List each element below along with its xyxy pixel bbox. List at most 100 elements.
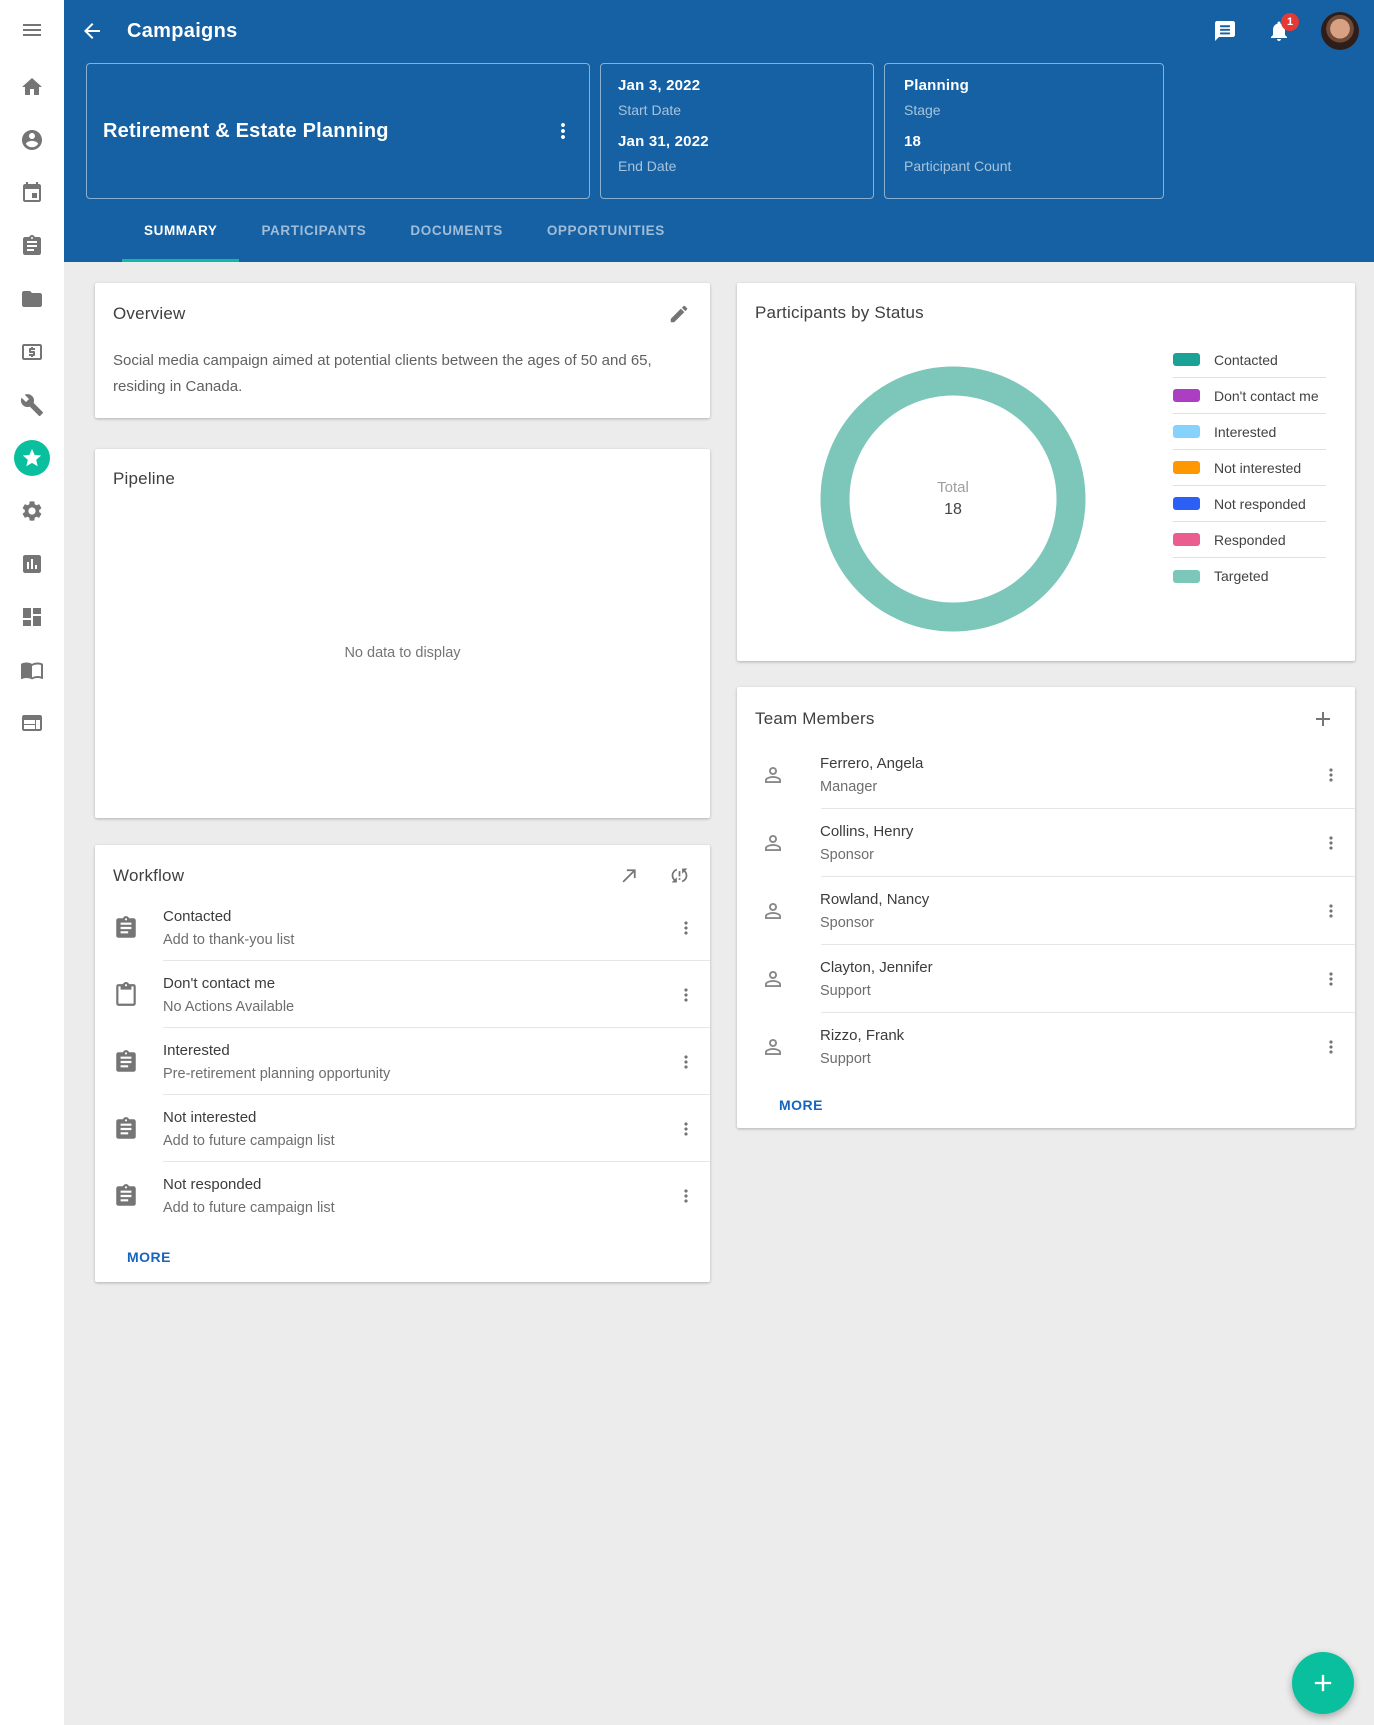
hamburger-menu-icon[interactable] <box>0 0 64 60</box>
workflow-row-contacted[interactable]: Contacted Add to thank-you list <box>95 894 710 961</box>
chart-legend: Contacted Don't contact me Interested No… <box>1173 342 1326 594</box>
workflow-row-dont-contact[interactable]: Don't contact me No Actions Available <box>95 961 710 1028</box>
team-member-role: Support <box>820 1051 904 1067</box>
sidebar-item-tasks[interactable] <box>0 219 64 272</box>
edit-overview-button[interactable] <box>668 303 690 325</box>
open-workflow-button[interactable] <box>619 865 640 886</box>
notifications-button[interactable]: 1 <box>1267 19 1291 43</box>
sidebar-item-documents[interactable] <box>0 272 64 325</box>
overview-text: Social media campaign aimed at potential… <box>95 325 710 401</box>
tab-bar: SUMMARY PARTICIPANTS DOCUMENTS OPPORTUNI… <box>64 199 1374 262</box>
kebab-menu-icon <box>1321 969 1341 989</box>
team-members-card: Team Members Ferrero, Angela Manager <box>737 687 1355 1128</box>
workflow-row-menu-button[interactable] <box>676 1186 696 1206</box>
workflow-title: Workflow <box>113 866 184 886</box>
legend-item-targeted[interactable]: Targeted <box>1173 558 1326 594</box>
money-icon <box>20 340 44 364</box>
tab-summary[interactable]: SUMMARY <box>122 199 239 262</box>
right-column: Participants by Status Total 18 Contacte… <box>737 283 1355 1725</box>
workflow-row-menu-button[interactable] <box>676 985 696 1005</box>
donut-chart: Total 18 <box>813 359 1093 639</box>
team-member-menu-button[interactable] <box>1321 969 1341 989</box>
legend-swatch <box>1173 570 1200 583</box>
team-member-name: Rowland, Nancy <box>820 891 929 908</box>
legend-item-not-responded[interactable]: Not responded <box>1173 486 1326 522</box>
kebab-menu-icon <box>676 985 696 1005</box>
clipboard-outline-icon <box>113 982 139 1008</box>
kebab-menu-icon <box>1321 1037 1341 1057</box>
legend-item-responded[interactable]: Responded <box>1173 522 1326 558</box>
sidebar-item-calendar[interactable] <box>0 166 64 219</box>
pencil-icon <box>668 303 690 325</box>
team-member-menu-button[interactable] <box>1321 1037 1341 1057</box>
team-more-button[interactable]: MORE <box>771 1091 831 1119</box>
workflow-row-interested[interactable]: Interested Pre-retirement planning oppor… <box>95 1028 710 1095</box>
kebab-menu-icon <box>676 1052 696 1072</box>
sidebar-item-billing[interactable] <box>0 325 64 378</box>
sidebar-item-campaigns-active[interactable] <box>0 431 64 484</box>
sidebar-item-home[interactable] <box>0 60 64 113</box>
sidebar-item-tools[interactable] <box>0 378 64 431</box>
workflow-row-menu-button[interactable] <box>676 918 696 938</box>
tab-participants[interactable]: PARTICIPANTS <box>239 199 388 262</box>
tab-opportunities[interactable]: OPPORTUNITIES <box>525 199 687 262</box>
workflow-action: Add to future campaign list <box>163 1133 335 1149</box>
legend-swatch <box>1173 497 1200 510</box>
kebab-menu-icon <box>676 918 696 938</box>
stage-label: Stage <box>904 102 1151 118</box>
sidebar-item-settings[interactable] <box>0 484 64 537</box>
legend-item-contacted[interactable]: Contacted <box>1173 342 1326 378</box>
team-member-name: Rizzo, Frank <box>820 1027 904 1044</box>
kebab-menu-icon <box>676 1119 696 1139</box>
sync-status-button[interactable] <box>669 865 690 886</box>
workflow-row-menu-button[interactable] <box>676 1052 696 1072</box>
add-team-member-button[interactable] <box>1311 707 1335 731</box>
dashboard-grid-icon <box>20 605 44 629</box>
workflow-more-button[interactable]: MORE <box>119 1243 179 1271</box>
plus-icon <box>1311 707 1335 731</box>
team-member-row[interactable]: Rowland, Nancy Sponsor <box>737 877 1355 945</box>
wrench-icon <box>20 393 44 417</box>
overview-card: Overview Social media campaign aimed at … <box>95 283 710 418</box>
start-date-label: Start Date <box>618 102 861 118</box>
sidebar-item-contacts[interactable] <box>0 113 64 166</box>
donut-total-value: 18 <box>944 501 962 519</box>
sidebar-item-accounts[interactable] <box>0 696 64 749</box>
workflow-row-not-interested[interactable]: Not interested Add to future campaign li… <box>95 1095 710 1162</box>
participant-count-label: Participant Count <box>904 158 1151 174</box>
pipeline-title: Pipeline <box>113 469 175 489</box>
team-member-menu-button[interactable] <box>1321 765 1341 785</box>
team-member-row[interactable]: Clayton, Jennifer Support <box>737 945 1355 1013</box>
sidebar-item-knowledge-base[interactable] <box>0 643 64 696</box>
team-member-row[interactable]: Ferrero, Angela Manager <box>737 741 1355 809</box>
workflow-row-not-responded[interactable]: Not responded Add to future campaign lis… <box>95 1162 710 1229</box>
page-header: Campaigns 1 Retirement & Estate Planning <box>64 0 1374 262</box>
browser-panel-icon <box>20 711 44 735</box>
tasks-clipboard-icon <box>20 234 44 258</box>
back-button[interactable] <box>80 19 104 43</box>
legend-swatch <box>1173 533 1200 546</box>
add-fab-button[interactable] <box>1292 1652 1354 1714</box>
campaign-menu-button[interactable] <box>551 119 575 143</box>
chat-button[interactable] <box>1213 19 1237 43</box>
home-icon <box>20 75 44 99</box>
workflow-row-menu-button[interactable] <box>676 1119 696 1139</box>
legend-item-not-interested[interactable]: Not interested <box>1173 450 1326 486</box>
person-outline-icon <box>761 831 785 855</box>
assignment-icon <box>113 1183 139 1209</box>
team-member-menu-button[interactable] <box>1321 901 1341 921</box>
team-member-menu-button[interactable] <box>1321 833 1341 853</box>
person-outline-icon <box>761 763 785 787</box>
legend-item-dont-contact-me[interactable]: Don't contact me <box>1173 378 1326 414</box>
team-member-row[interactable]: Rizzo, Frank Support <box>737 1013 1355 1081</box>
diagonal-arrow-icon <box>619 865 640 886</box>
team-member-row[interactable]: Collins, Henry Sponsor <box>737 809 1355 877</box>
legend-item-interested[interactable]: Interested <box>1173 414 1326 450</box>
user-avatar[interactable] <box>1321 12 1359 50</box>
workflow-action: No Actions Available <box>163 999 294 1015</box>
tab-documents[interactable]: DOCUMENTS <box>388 199 524 262</box>
start-date-value: Jan 3, 2022 <box>618 77 861 94</box>
sidebar-item-dashboard[interactable] <box>0 590 64 643</box>
team-member-role: Support <box>820 983 933 999</box>
sidebar-item-reports[interactable] <box>0 537 64 590</box>
